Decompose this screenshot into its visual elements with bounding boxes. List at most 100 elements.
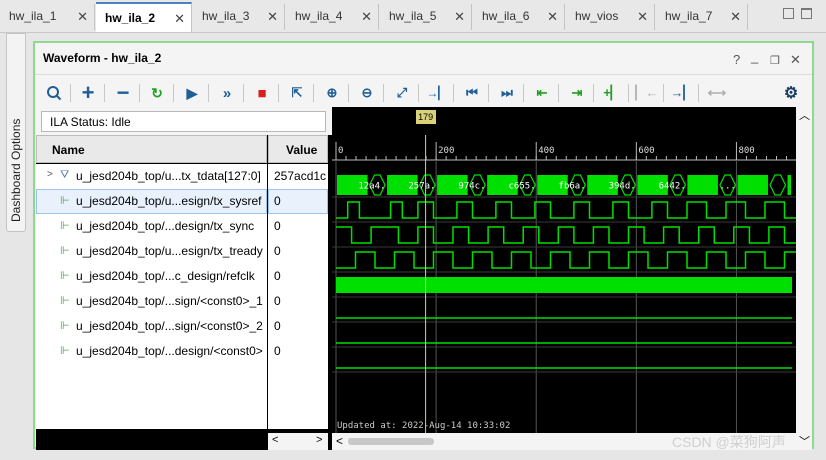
- add-marker-icon[interactable]: +▏: [601, 81, 623, 105]
- cursor-marker-label[interactable]: 179: [415, 110, 436, 124]
- export-icon[interactable]: ⇱: [286, 81, 308, 105]
- scroll-right-icon[interactable]: >: [316, 434, 322, 446]
- signal-list: Name Value > ⛛ u_jesd204b_top/u...tx_tda…: [36, 135, 332, 450]
- close-icon[interactable]: ✕: [730, 9, 741, 25]
- signal-name-column: > ⛛ u_jesd204b_top/u...tx_tdata[127:0] ⊩…: [36, 164, 267, 429]
- tab-hw-ila-3[interactable]: hw_ila_3 ✕: [193, 4, 285, 30]
- name-column-header[interactable]: Name: [36, 135, 267, 163]
- close-icon[interactable]: ✕: [547, 9, 558, 25]
- tab-label: hw_ila_7: [665, 9, 713, 23]
- help-icon[interactable]: ?: [733, 52, 740, 67]
- tab-hw-ila-1[interactable]: hw_ila_1 ✕: [0, 4, 95, 30]
- run-trigger-immediate-icon[interactable]: ↻: [146, 81, 168, 105]
- signal-row[interactable]: ⊩ u_jesd204b_top/...sign/<const0>_2: [36, 314, 267, 339]
- tx-tready-wave: [336, 251, 796, 269]
- tx-sync-wave: [336, 226, 796, 244]
- bit-signal-icon: ⊩: [60, 295, 70, 307]
- waveform-svg: 0 200 400 600 80012a4... 257a... 974c... c655..…: [332, 135, 796, 442]
- scroll-left-icon[interactable]: <: [272, 434, 278, 446]
- tab-label: hw_vios: [575, 9, 619, 23]
- signal-value: 0: [274, 319, 281, 333]
- previous-transition-icon[interactable]: ⇤: [531, 81, 553, 105]
- zoom-out-icon[interactable]: ⊖: [356, 81, 378, 105]
- go-to-start-icon[interactable]: ⏮: [461, 81, 483, 105]
- search-icon[interactable]: [43, 81, 65, 105]
- scroll-up-icon[interactable]: ︿: [799, 107, 810, 123]
- close-icon[interactable]: ✕: [77, 9, 88, 25]
- tab-label: hw_ila_5: [389, 9, 437, 23]
- go-to-end-icon[interactable]: ⏭: [496, 81, 518, 105]
- signal-name: u_jesd204b_top/...design/<const0>: [76, 344, 263, 358]
- ruler-tick-label: 800: [738, 146, 754, 156]
- close-icon[interactable]: ✕: [174, 11, 185, 27]
- remove-icon[interactable]: −: [112, 80, 134, 105]
- restore-window-icon[interactable]: [783, 8, 794, 19]
- bus-transition: [787, 175, 791, 195]
- signal-row[interactable]: ⊩ u_jesd204b_top/...sign/<const0>_1: [36, 289, 267, 314]
- value-horizontal-scrollbar[interactable]: < >: [268, 433, 328, 450]
- run-trigger-icon[interactable]: ▶: [181, 81, 203, 105]
- signal-row[interactable]: ⊩ u_jesd204b_top/u...esign/tx_tready: [36, 239, 267, 264]
- tab-hw-ila-4[interactable]: hw_ila_4 ✕: [286, 4, 379, 30]
- bus-transition: [737, 175, 768, 195]
- signal-row[interactable]: > ⛛ u_jesd204b_top/u...tx_tdata[127:0]: [36, 164, 267, 189]
- close-panel-icon[interactable]: ✕: [790, 52, 801, 68]
- ila-status: ILA Status: Idle: [41, 111, 326, 132]
- stop-icon[interactable]: ■: [251, 81, 273, 105]
- close-icon[interactable]: ✕: [361, 9, 372, 25]
- signal-value: 0: [274, 244, 281, 258]
- signal-value: 0: [274, 269, 281, 283]
- scroll-thumb[interactable]: [348, 438, 434, 445]
- settings-icon[interactable]: ⚙: [780, 81, 802, 105]
- add-icon[interactable]: +: [77, 80, 99, 105]
- next-transition-icon[interactable]: ⇥: [566, 81, 588, 105]
- zoom-in-icon[interactable]: ⊕: [321, 81, 343, 105]
- vertical-scrollbar[interactable]: ︿ ﹀: [796, 107, 812, 450]
- ruler-tick-label: 200: [438, 146, 454, 156]
- signal-name: u_jesd204b_top/...sign/<const0>_2: [76, 319, 263, 333]
- zoom-fit-icon[interactable]: ⤢: [391, 81, 413, 105]
- bus-transition: [687, 175, 718, 195]
- signal-value-row[interactable]: 257acd1c: [268, 164, 328, 189]
- close-icon[interactable]: ✕: [454, 9, 465, 25]
- go-to-cursor-icon[interactable]: →▏: [426, 81, 448, 105]
- signal-value-row[interactable]: 0: [268, 339, 328, 364]
- signal-value-row[interactable]: 0: [268, 189, 328, 214]
- run-trigger-continuous-icon[interactable]: »: [216, 81, 238, 105]
- panel-title: Waveform - hw_ila_2: [43, 51, 162, 65]
- previous-marker-icon: ▏←: [635, 85, 659, 100]
- close-icon[interactable]: ✕: [267, 9, 278, 25]
- signal-value-row[interactable]: 0: [268, 314, 328, 339]
- tab-hw-ila-5[interactable]: hw_ila_5 ✕: [380, 4, 472, 30]
- restore-icon[interactable]: ❐: [770, 54, 780, 67]
- expand-chevron-icon[interactable]: >: [47, 169, 53, 180]
- ruler-tick-label: 600: [638, 146, 654, 156]
- tab-hw-vios[interactable]: hw_vios ✕: [566, 4, 655, 30]
- tab-hw-ila-6[interactable]: hw_ila_6 ✕: [473, 4, 565, 30]
- signal-row[interactable]: ⊩ u_jesd204b_top/u...esign/tx_sysref: [36, 189, 267, 214]
- signal-value-row[interactable]: 0: [268, 239, 328, 264]
- waveform-canvas[interactable]: 0 200 400 600 800 12a4... 257a... 974c... c655..…: [332, 107, 796, 450]
- signal-row[interactable]: ⊩ u_jesd204b_top/...design/tx_sync: [36, 214, 267, 239]
- dashboard-options-label: Dashboard Options: [9, 118, 23, 222]
- scroll-down-icon[interactable]: ﹀: [799, 433, 810, 449]
- close-icon[interactable]: ✕: [637, 9, 648, 25]
- value-column-header[interactable]: Value: [268, 135, 328, 163]
- refclk-wave: [336, 277, 792, 293]
- minimize-icon[interactable]: _: [751, 49, 758, 64]
- tab-hw-ila-7[interactable]: hw_ila_7 ✕: [656, 4, 748, 30]
- signal-value: 0: [274, 344, 281, 358]
- signal-value-row[interactable]: 0: [268, 289, 328, 314]
- signal-value: 0: [274, 294, 281, 308]
- scroll-left-icon[interactable]: <: [336, 434, 343, 448]
- tab-hw-ila-2[interactable]: hw_ila_2 ✕: [96, 2, 192, 32]
- signal-value: 0: [274, 219, 281, 233]
- signal-value-row[interactable]: 0: [268, 264, 328, 289]
- name-header-label: Name: [52, 143, 85, 157]
- maximize-window-icon[interactable]: [801, 8, 812, 19]
- dashboard-options-strip[interactable]: Dashboard Options: [6, 33, 26, 232]
- signal-row[interactable]: ⊩ u_jesd204b_top/...c_design/refclk: [36, 264, 267, 289]
- next-marker-icon[interactable]: →▏: [671, 81, 694, 105]
- signal-row[interactable]: ⊩ u_jesd204b_top/...design/<const0>: [36, 339, 267, 364]
- signal-value-row[interactable]: 0: [268, 214, 328, 239]
